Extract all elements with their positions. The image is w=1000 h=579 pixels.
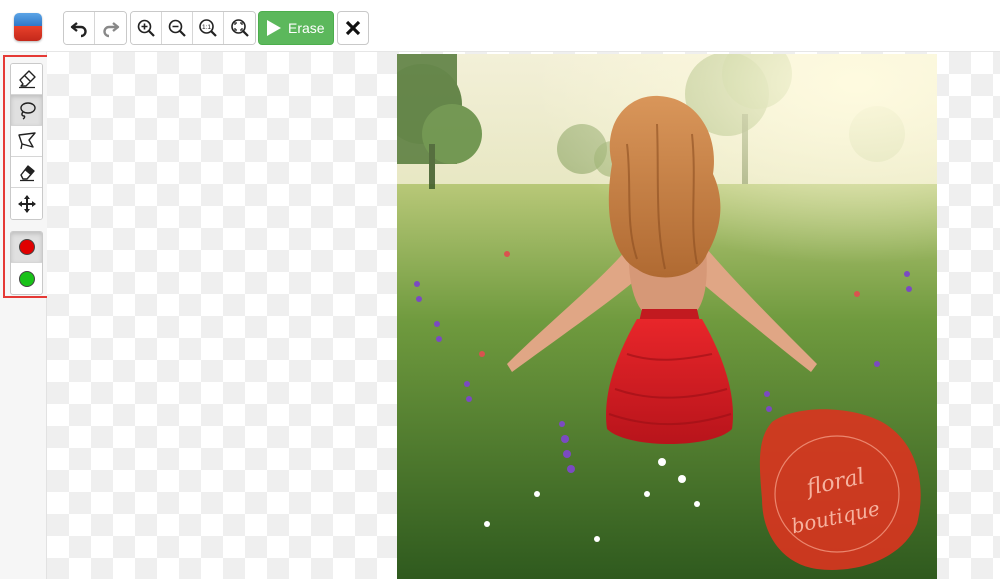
erase-button[interactable]: Erase <box>258 11 334 45</box>
zoom-in-icon <box>137 19 155 37</box>
red-marker-color[interactable] <box>11 232 42 263</box>
zoom-actual-size-button[interactable]: 1:1 <box>193 12 224 44</box>
green-swatch-icon <box>18 270 35 287</box>
zoom-actual-size-glyph: 1:1 <box>202 24 211 31</box>
zoom-actual-size-icon: 1:1 <box>199 19 217 37</box>
zoom-out-button[interactable] <box>162 12 193 44</box>
meadow-woman-red-dress-photo[interactable]: floral boutique <box>397 54 937 579</box>
marker-icon <box>18 70 36 89</box>
undo-icon <box>70 22 87 38</box>
eraser-tool[interactable] <box>11 157 42 188</box>
move-icon <box>17 194 36 213</box>
move-tool[interactable] <box>11 188 42 219</box>
undo-button[interactable] <box>64 12 95 44</box>
redo-button[interactable] <box>95 12 126 44</box>
zoom-in-button[interactable] <box>131 12 162 44</box>
zoom-button-group: 1:1 <box>130 11 256 45</box>
zoom-fit-icon <box>230 19 249 37</box>
eraser-icon <box>19 165 35 182</box>
floral-boutique-watermark: floral boutique <box>759 409 921 570</box>
top-toolbar: 1:1 Erase <box>0 0 1000 52</box>
redo-icon <box>102 22 119 38</box>
marker-tool[interactable] <box>11 64 42 95</box>
polygon-lasso-tool[interactable] <box>11 126 42 157</box>
selection-tools <box>10 63 43 220</box>
play-icon <box>267 20 281 36</box>
zoom-out-icon <box>168 19 186 37</box>
close-icon <box>345 20 361 36</box>
close-button[interactable] <box>337 11 369 45</box>
history-button-group <box>63 11 127 45</box>
polygon-lasso-icon <box>17 132 36 150</box>
lasso-icon <box>19 102 36 120</box>
erase-button-label: Erase <box>288 20 325 36</box>
zoom-fit-button[interactable] <box>224 12 255 44</box>
red-swatch-icon <box>18 239 35 255</box>
green-marker-color[interactable] <box>11 263 42 294</box>
lasso-tool[interactable] <box>11 95 42 126</box>
marker-color-tools <box>10 231 43 295</box>
app-logo-icon <box>14 13 42 41</box>
